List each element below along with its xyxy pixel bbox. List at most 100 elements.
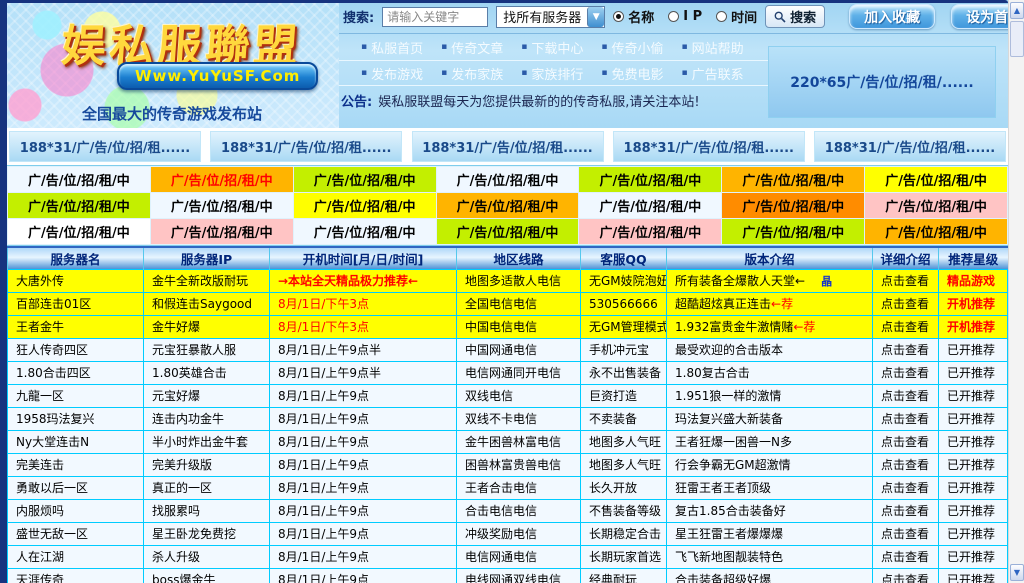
- cell-detail[interactable]: 点击查看: [873, 499, 939, 522]
- bullet-icon: ▪: [682, 42, 688, 52]
- ad-grid-cell-14[interactable]: 广/告/位/招/租/中: [865, 193, 1007, 218]
- banner-ad-3[interactable]: 188*31/广/告/位/招/租......: [412, 131, 604, 162]
- cell-name[interactable]: 1.80合击四区: [8, 361, 144, 384]
- search-radio-2[interactable]: I P: [668, 7, 702, 26]
- add-favorite-button[interactable]: 加入收藏: [849, 4, 935, 29]
- banner-ad-1[interactable]: 188*31/广/告/位/招/租......: [9, 131, 201, 162]
- cell-ip: 半小时炸出金牛套: [144, 430, 270, 453]
- radio-icon[interactable]: [668, 11, 679, 22]
- cell-detail[interactable]: 点击查看: [873, 269, 939, 292]
- banner-ad-5[interactable]: 188*31/广/告/位/招/租......: [814, 131, 1006, 162]
- notice-text: 娱私服联盟每天为您提供最新的的传奇私服,请关注本站!: [378, 91, 699, 110]
- scrollbar-thumb[interactable]: [1010, 21, 1024, 57]
- ad-grid-cell-6[interactable]: 广/告/位/招/租/中: [722, 167, 864, 192]
- cell-detail[interactable]: 点击查看: [873, 545, 939, 568]
- ad-grid-cell-15[interactable]: 广/告/位/招/租/中: [8, 219, 150, 244]
- nav-item-nav_row2-3[interactable]: ▪家族排行: [521, 64, 583, 83]
- nav-item-nav_row1-3[interactable]: ▪下载中心: [521, 38, 583, 57]
- cell-name[interactable]: 完美连击: [8, 453, 144, 476]
- ad-grid-cell-20[interactable]: 广/告/位/招/租/中: [722, 219, 864, 244]
- ad-grid-cell-7[interactable]: 广/告/位/招/租/中: [865, 167, 1007, 192]
- scrollbar-down-icon[interactable]: ▼: [1010, 564, 1024, 581]
- nav-item-nav_row1-5[interactable]: ▪网站帮助: [682, 38, 744, 57]
- cell-region: 冲级奖励电信: [457, 522, 581, 545]
- cell-name[interactable]: 天涯传奇: [8, 568, 144, 583]
- nav-item-nav_row2-1[interactable]: ▪发布游戏: [361, 64, 423, 83]
- version-text: 行会争霸无GM超激情: [675, 458, 791, 472]
- banner-ad-2[interactable]: 188*31/广/告/位/招/租......: [210, 131, 402, 162]
- cell-detail[interactable]: 点击查看: [873, 407, 939, 430]
- cell-detail[interactable]: 点击查看: [873, 568, 939, 583]
- ad-grid-cell-9[interactable]: 广/告/位/招/租/中: [151, 193, 293, 218]
- ad-box-220x65[interactable]: 220*65广/告/位/招/租/......: [768, 46, 996, 118]
- cell-name[interactable]: 人在江湖: [8, 545, 144, 568]
- chevron-down-icon[interactable]: ▼: [587, 7, 604, 27]
- cell-detail[interactable]: 点击查看: [873, 315, 939, 338]
- cell-detail[interactable]: 点击查看: [873, 453, 939, 476]
- ad-grid-cell-11[interactable]: 广/告/位/招/租/中: [437, 193, 579, 218]
- search-radio-1[interactable]: 名称: [613, 7, 654, 26]
- ad-grid-cell-16[interactable]: 广/告/位/招/租/中: [151, 219, 293, 244]
- cell-detail[interactable]: 点击查看: [873, 476, 939, 499]
- ad-grid-cell-10[interactable]: 广/告/位/招/租/中: [294, 193, 436, 218]
- cell-name[interactable]: 九龍一区: [8, 384, 144, 407]
- cell-detail[interactable]: 点击查看: [873, 361, 939, 384]
- cell-ip: 真正的一区: [144, 476, 270, 499]
- cell-name[interactable]: 1958玛法复兴: [8, 407, 144, 430]
- cell-detail[interactable]: 点击查看: [873, 338, 939, 361]
- cell-name[interactable]: 内服烦吗: [8, 499, 144, 522]
- ad-grid-cell-2[interactable]: 广/告/位/招/租/中: [151, 167, 293, 192]
- vertical-scrollbar[interactable]: ▲ ▼: [1008, 0, 1024, 583]
- nav-item-nav_row2-4[interactable]: ▪免费电影: [601, 64, 663, 83]
- ad-grid-cell-5[interactable]: 广/告/位/招/租/中: [579, 167, 721, 192]
- cell-name[interactable]: 王者金牛: [8, 315, 144, 338]
- search-radio-3[interactable]: 时间: [716, 7, 757, 26]
- cell-ip: 1.80英雄合击: [144, 361, 270, 384]
- cell-ip: 杀人升级: [144, 545, 270, 568]
- server-select[interactable]: 找所有服务器 ▼: [496, 6, 605, 28]
- search-input[interactable]: [382, 7, 488, 27]
- cell-time: 8月/1日/上午9点: [270, 499, 457, 522]
- nav-item-nav_row2-5[interactable]: ▪广告联系: [682, 64, 744, 83]
- ad-grid-cell-12[interactable]: 广/告/位/招/租/中: [579, 193, 721, 218]
- ad-grid-cell-21[interactable]: 广/告/位/招/租/中: [865, 219, 1007, 244]
- cell-detail[interactable]: 点击查看: [873, 430, 939, 453]
- ad-grid-cell-1[interactable]: 广/告/位/招/租/中: [8, 167, 150, 192]
- ad-grid-cell-8[interactable]: 广/告/位/招/租/中: [8, 193, 150, 218]
- cell-detail[interactable]: 点击查看: [873, 384, 939, 407]
- search-button[interactable]: 搜索: [765, 5, 825, 28]
- ad-grid-cell-3[interactable]: 广/告/位/招/租/中: [294, 167, 436, 192]
- ad-grid-cell-4[interactable]: 广/告/位/招/租/中: [437, 167, 579, 192]
- nav-item-nav_row1-1[interactable]: ▪私服首页: [361, 38, 423, 57]
- nav-item-nav_row1-4[interactable]: ▪传奇小偷: [601, 38, 663, 57]
- cell-name[interactable]: Ny大堂连击N: [8, 430, 144, 453]
- radio-icon[interactable]: [613, 11, 624, 22]
- cell-detail[interactable]: 点击查看: [873, 292, 939, 315]
- bullet-icon: ▪: [361, 42, 367, 52]
- nav-item-nav_row1-2[interactable]: ▪传奇文章: [441, 38, 503, 57]
- cell-name[interactable]: 盛世无敌一区: [8, 522, 144, 545]
- cell-detail[interactable]: 点击查看: [873, 522, 939, 545]
- ad-grid-cell-18[interactable]: 广/告/位/招/租/中: [437, 219, 579, 244]
- scrollbar-up-icon[interactable]: ▲: [1010, 2, 1024, 19]
- column-header-2: 服务器IP: [144, 247, 270, 269]
- banner-ad-4[interactable]: 188*31/广/告/位/招/租......: [613, 131, 805, 162]
- radio-icon[interactable]: [716, 11, 727, 22]
- radio-label: I P: [683, 9, 702, 24]
- cell-qq: 长期稳定合击: [581, 522, 667, 545]
- cell-time: 8月/1日/下午3点: [270, 315, 457, 338]
- cell-name[interactable]: 百部连击01区: [8, 292, 144, 315]
- ad-grid-cell-17[interactable]: 广/告/位/招/租/中: [294, 219, 436, 244]
- cell-star: 已开推荐: [939, 407, 1008, 430]
- cell-region: 电线网通双线电信: [457, 568, 581, 583]
- ad-grid-cell-13[interactable]: 广/告/位/招/租/中: [722, 193, 864, 218]
- table-row: 百部连击01区和假连击Saygood8月/1日/下午3点全国电信电信530566…: [8, 292, 1008, 315]
- cell-name[interactable]: 狂人传奇四区: [8, 338, 144, 361]
- version-text: 1.80复古合击: [675, 366, 750, 380]
- cell-name[interactable]: 大唐外传: [8, 269, 144, 292]
- bullet-icon: ▪: [441, 42, 447, 52]
- ad-grid-cell-19[interactable]: 广/告/位/招/租/中: [579, 219, 721, 244]
- cell-name[interactable]: 勇敢以后一区: [8, 476, 144, 499]
- nav-item-nav_row2-2[interactable]: ▪发布家族: [441, 64, 503, 83]
- ad-grid: 广/告/位/招/租/中广/告/位/招/租/中广/告/位/招/租/中广/告/位/招…: [7, 165, 1008, 246]
